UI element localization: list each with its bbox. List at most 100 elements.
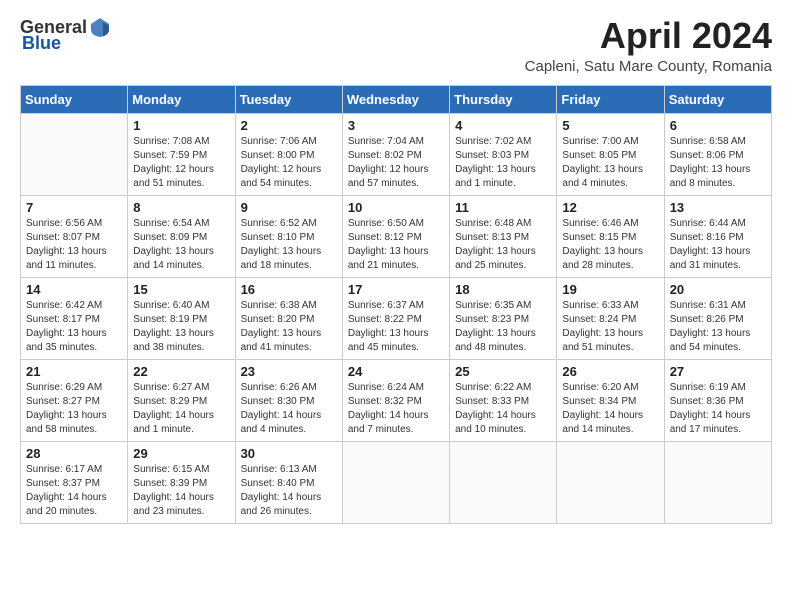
week-row-5: 28Sunrise: 6:17 AMSunset: 8:37 PMDayligh…	[21, 441, 772, 523]
day-cell: 9Sunrise: 6:52 AMSunset: 8:10 PMDaylight…	[235, 195, 342, 277]
daylight-text: Daylight: 13 hours and 14 minutes.	[133, 245, 229, 273]
sunrise-text: Sunrise: 6:40 AM	[133, 299, 229, 313]
daylight-text: Daylight: 12 hours and 54 minutes.	[241, 163, 337, 191]
day-info: Sunrise: 6:58 AMSunset: 8:06 PMDaylight:…	[670, 135, 766, 191]
day-header-thursday: Thursday	[450, 85, 557, 113]
day-cell: 15 Sunrise: 6:40 AMSunset: 8:19 PMDayligh…	[128, 277, 235, 359]
daylight-text: Daylight: 14 hours and 14 minutes.	[562, 409, 658, 437]
day-info: Sunrise: 6:24 AMSunset: 8:32 PMDaylight:…	[348, 381, 444, 437]
daylight-text: Daylight: 13 hours and 8 minutes.	[670, 163, 766, 191]
day-info: Sunrise: 6:38 AMSunset: 8:20 PMDaylight:…	[241, 299, 337, 355]
sunrise-text: Sunrise: 6:44 AM	[670, 217, 766, 231]
sunset-text: Sunset: 8:19 PM	[133, 313, 229, 327]
day-cell: 16 Sunrise: 6:38 AMSunset: 8:20 PMDayligh…	[235, 277, 342, 359]
week-row-1: 1 Sunrise: 7:08 AMSunset: 7:59 PMDaylight…	[21, 113, 772, 195]
sunrise-text: Sunrise: 7:04 AM	[348, 135, 444, 149]
day-number: 23	[241, 364, 337, 379]
daylight-text: Daylight: 13 hours and 1 minute.	[455, 163, 551, 191]
day-info: Sunrise: 6:40 AMSunset: 8:19 PMDaylight:…	[133, 299, 229, 355]
day-number: 18	[455, 282, 551, 297]
sunrise-text: Sunrise: 6:20 AM	[562, 381, 658, 395]
day-cell	[450, 441, 557, 523]
day-cell: 23 Sunrise: 6:26 AMSunset: 8:30 PMDayligh…	[235, 359, 342, 441]
week-row-2: 7Sunrise: 6:56 AMSunset: 8:07 PMDaylight…	[21, 195, 772, 277]
logo: General Blue	[20, 16, 111, 52]
sunset-text: Sunset: 8:05 PM	[562, 149, 658, 163]
day-header-monday: Monday	[128, 85, 235, 113]
sunset-text: Sunset: 8:26 PM	[670, 313, 766, 327]
daylight-text: Daylight: 13 hours and 18 minutes.	[241, 245, 337, 273]
day-info: Sunrise: 6:27 AMSunset: 8:29 PMDaylight:…	[133, 381, 229, 437]
day-info: Sunrise: 6:50 AMSunset: 8:12 PMDaylight:…	[348, 217, 444, 273]
day-cell: 28Sunrise: 6:17 AMSunset: 8:37 PMDayligh…	[21, 441, 128, 523]
day-cell: 2 Sunrise: 7:06 AMSunset: 8:00 PMDaylight…	[235, 113, 342, 195]
day-cell: 22 Sunrise: 6:27 AMSunset: 8:29 PMDayligh…	[128, 359, 235, 441]
sunrise-text: Sunrise: 6:31 AM	[670, 299, 766, 313]
sunrise-text: Sunrise: 6:52 AM	[241, 217, 337, 231]
day-info: Sunrise: 6:52 AMSunset: 8:10 PMDaylight:…	[241, 217, 337, 273]
daylight-text: Daylight: 13 hours and 45 minutes.	[348, 327, 444, 355]
sunset-text: Sunset: 8:16 PM	[670, 231, 766, 245]
day-number: 19	[562, 282, 658, 297]
day-cell	[557, 441, 664, 523]
day-info: Sunrise: 6:35 AMSunset: 8:23 PMDaylight:…	[455, 299, 551, 355]
day-header-tuesday: Tuesday	[235, 85, 342, 113]
daylight-text: Daylight: 14 hours and 4 minutes.	[241, 409, 337, 437]
sunrise-text: Sunrise: 6:26 AM	[241, 381, 337, 395]
day-number: 16	[241, 282, 337, 297]
daylight-text: Daylight: 13 hours and 35 minutes.	[26, 327, 122, 355]
sunrise-text: Sunrise: 6:22 AM	[455, 381, 551, 395]
day-info: Sunrise: 6:54 AMSunset: 8:09 PMDaylight:…	[133, 217, 229, 273]
day-header-sunday: Sunday	[21, 85, 128, 113]
day-number: 6	[670, 118, 766, 133]
day-cell: 17Sunrise: 6:37 AMSunset: 8:22 PMDayligh…	[342, 277, 449, 359]
day-number: 11	[455, 200, 551, 215]
sunset-text: Sunset: 8:27 PM	[26, 395, 122, 409]
day-cell: 5Sunrise: 7:00 AMSunset: 8:05 PMDaylight…	[557, 113, 664, 195]
day-info: Sunrise: 7:00 AMSunset: 8:05 PMDaylight:…	[562, 135, 658, 191]
sunrise-text: Sunrise: 6:29 AM	[26, 381, 122, 395]
daylight-text: Daylight: 14 hours and 10 minutes.	[455, 409, 551, 437]
sunset-text: Sunset: 8:03 PM	[455, 149, 551, 163]
daylight-text: Daylight: 13 hours and 54 minutes.	[670, 327, 766, 355]
day-number: 2	[241, 118, 337, 133]
daylight-text: Daylight: 13 hours and 41 minutes.	[241, 327, 337, 355]
day-info: Sunrise: 7:08 AMSunset: 7:59 PMDaylight:…	[133, 135, 229, 191]
sunset-text: Sunset: 8:23 PM	[455, 313, 551, 327]
sunrise-text: Sunrise: 6:42 AM	[26, 299, 122, 313]
daylight-text: Daylight: 13 hours and 28 minutes.	[562, 245, 658, 273]
day-info: Sunrise: 7:06 AMSunset: 8:00 PMDaylight:…	[241, 135, 337, 191]
sunset-text: Sunset: 8:39 PM	[133, 477, 229, 491]
day-info: Sunrise: 7:04 AMSunset: 8:02 PMDaylight:…	[348, 135, 444, 191]
sunrise-text: Sunrise: 7:02 AM	[455, 135, 551, 149]
daylight-text: Daylight: 13 hours and 31 minutes.	[670, 245, 766, 273]
daylight-text: Daylight: 13 hours and 38 minutes.	[133, 327, 229, 355]
day-number: 25	[455, 364, 551, 379]
sunrise-text: Sunrise: 6:17 AM	[26, 463, 122, 477]
day-header-friday: Friday	[557, 85, 664, 113]
day-info: Sunrise: 6:17 AMSunset: 8:37 PMDaylight:…	[26, 463, 122, 519]
day-number: 21	[26, 364, 122, 379]
sunset-text: Sunset: 8:32 PM	[348, 395, 444, 409]
sunset-text: Sunset: 8:24 PM	[562, 313, 658, 327]
sunset-text: Sunset: 8:17 PM	[26, 313, 122, 327]
logo-blue-text: Blue	[22, 34, 61, 52]
sunset-text: Sunset: 8:06 PM	[670, 149, 766, 163]
day-info: Sunrise: 6:44 AMSunset: 8:16 PMDaylight:…	[670, 217, 766, 273]
day-cell: 26Sunrise: 6:20 AMSunset: 8:34 PMDayligh…	[557, 359, 664, 441]
sunrise-text: Sunrise: 7:00 AM	[562, 135, 658, 149]
day-info: Sunrise: 6:37 AMSunset: 8:22 PMDaylight:…	[348, 299, 444, 355]
day-cell: 4Sunrise: 7:02 AMSunset: 8:03 PMDaylight…	[450, 113, 557, 195]
day-info: Sunrise: 6:15 AMSunset: 8:39 PMDaylight:…	[133, 463, 229, 519]
day-number: 1	[133, 118, 229, 133]
day-cell: 13Sunrise: 6:44 AMSunset: 8:16 PMDayligh…	[664, 195, 771, 277]
sunrise-text: Sunrise: 6:19 AM	[670, 381, 766, 395]
day-info: Sunrise: 6:46 AMSunset: 8:15 PMDaylight:…	[562, 217, 658, 273]
day-number: 24	[348, 364, 444, 379]
daylight-text: Daylight: 13 hours and 25 minutes.	[455, 245, 551, 273]
day-cell: 30Sunrise: 6:13 AMSunset: 8:40 PMDayligh…	[235, 441, 342, 523]
day-info: Sunrise: 6:26 AMSunset: 8:30 PMDaylight:…	[241, 381, 337, 437]
day-number: 22	[133, 364, 229, 379]
sunset-text: Sunset: 8:13 PM	[455, 231, 551, 245]
day-number: 15	[133, 282, 229, 297]
